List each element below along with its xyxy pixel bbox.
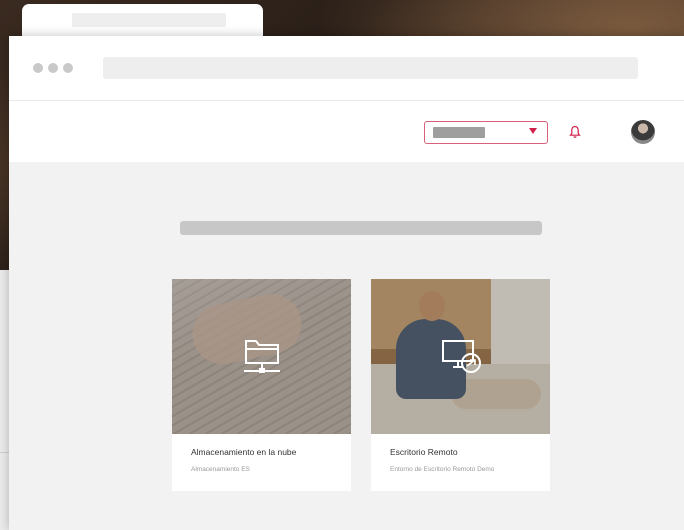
window-dot[interactable] xyxy=(48,63,58,73)
browser-toolbar xyxy=(9,36,684,101)
bell-icon[interactable] xyxy=(569,125,581,139)
divider xyxy=(0,452,9,453)
browser-tab[interactable] xyxy=(22,4,263,38)
page-title-placeholder xyxy=(180,221,542,235)
avatar[interactable] xyxy=(631,120,655,144)
app-card-remote-desktop[interactable]: Escritorio Remoto Entorno de Escritorio … xyxy=(371,279,550,491)
context-select[interactable] xyxy=(424,121,548,144)
card-title: Escritorio Remoto xyxy=(390,447,458,457)
window-controls xyxy=(33,63,73,73)
window-dot[interactable] xyxy=(63,63,73,73)
card-image-sofa xyxy=(371,279,550,434)
browser-window: Almacenamiento en la nube Almacenamiento… xyxy=(9,36,684,530)
caret-down-icon xyxy=(529,128,537,134)
select-value-placeholder xyxy=(433,127,485,138)
card-subtitle: Entorno de Escritorio Remoto Demo xyxy=(390,466,495,473)
tab-title-placeholder xyxy=(72,13,226,27)
remote-desktop-icon xyxy=(442,340,481,373)
app-header xyxy=(9,101,684,162)
card-subtitle: Almacenamiento ES xyxy=(191,466,250,473)
url-bar[interactable] xyxy=(103,57,638,79)
app-card-cloud-storage[interactable]: Almacenamiento en la nube Almacenamiento… xyxy=(172,279,351,491)
network-folder-icon xyxy=(244,340,280,373)
card-image-keyboard xyxy=(172,279,351,434)
card-title: Almacenamiento en la nube xyxy=(191,447,297,457)
window-dot[interactable] xyxy=(33,63,43,73)
